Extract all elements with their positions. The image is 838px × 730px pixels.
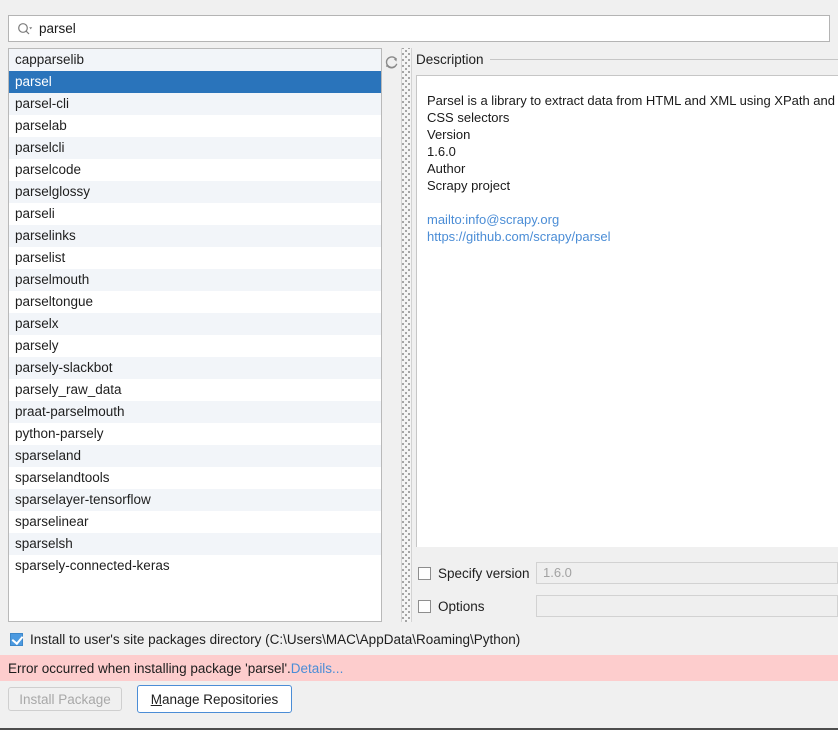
description-legend: Description <box>416 51 484 67</box>
description-legend-row: Description <box>416 50 838 68</box>
list-item[interactable]: parselist <box>9 247 381 269</box>
description-group: Description Parsel is a library to extra… <box>416 50 838 550</box>
list-item[interactable]: parselcli <box>9 137 381 159</box>
specify-version-checkbox[interactable] <box>418 566 431 580</box>
list-item[interactable]: parselab <box>9 115 381 137</box>
description-author-label: Author <box>427 161 466 176</box>
list-item[interactable]: capparselib <box>9 49 381 71</box>
search-bar[interactable] <box>8 15 830 42</box>
list-item[interactable]: sparselayer-tensorflow <box>9 489 381 511</box>
error-banner: Error occurred when installing package '… <box>0 655 838 681</box>
description-author-value: Scrapy project <box>427 178 511 193</box>
install-to-user-dir-checkbox[interactable] <box>10 633 23 646</box>
specify-version-input[interactable]: 1.6.0 <box>536 562 838 584</box>
description-version-value: 1.6.0 <box>427 144 456 159</box>
description-body: Parsel is a library to extract data from… <box>416 75 838 547</box>
list-item[interactable]: parsel <box>9 71 381 93</box>
description-links: mailto:info@scrapy.org https://github.co… <box>427 211 838 245</box>
error-details-link[interactable]: Details... <box>291 661 344 676</box>
list-item[interactable]: parsel-cli <box>9 93 381 115</box>
options-checkbox[interactable] <box>418 599 431 613</box>
description-summary: Parsel is a library to extract data from… <box>427 93 835 125</box>
manage-repositories-button[interactable]: Manage Repositories <box>137 685 292 713</box>
list-item[interactable]: parsely <box>9 335 381 357</box>
legend-divider <box>489 58 838 60</box>
options-row: Options <box>418 595 485 617</box>
specify-version-label: Specify version <box>438 565 530 581</box>
list-item[interactable]: sparselandtools <box>9 467 381 489</box>
list-item[interactable]: sparseland <box>9 445 381 467</box>
options-label: Options <box>438 598 485 614</box>
error-message: Error occurred when installing package '… <box>8 660 291 676</box>
manage-mnemonic: M <box>150 691 162 707</box>
list-item[interactable]: parsely-slackbot <box>9 357 381 379</box>
manage-label-rest: anage Repositories <box>161 691 279 707</box>
specify-version-row: Specify version <box>418 562 530 584</box>
list-item[interactable]: python-parsely <box>9 423 381 445</box>
list-item[interactable]: parselglossy <box>9 181 381 203</box>
install-package-button[interactable]: Install Package <box>8 687 122 711</box>
list-item[interactable]: parsely_raw_data <box>9 379 381 401</box>
refresh-icon[interactable] <box>381 52 401 72</box>
install-package-dialog: capparselibparselparsel-cliparselabparse… <box>0 0 838 730</box>
list-item[interactable]: parseltongue <box>9 291 381 313</box>
description-version-label: Version <box>427 127 471 142</box>
list-item[interactable]: parselx <box>9 313 381 335</box>
options-input[interactable] <box>536 595 838 617</box>
panel-splitter[interactable] <box>401 48 412 622</box>
list-item[interactable]: parselmouth <box>9 269 381 291</box>
install-to-user-dir-label: Install to user's site packages director… <box>30 632 521 647</box>
list-item[interactable]: sparsely-connected-keras <box>9 555 381 577</box>
search-icon[interactable] <box>9 16 37 41</box>
search-input[interactable] <box>37 16 829 41</box>
description-link-mailto[interactable]: mailto:info@scrapy.org <box>427 211 838 228</box>
list-item[interactable]: praat-parselmouth <box>9 401 381 423</box>
description-text: Parsel is a library to extract data from… <box>427 92 838 194</box>
install-to-user-dir-row: Install to user's site packages director… <box>10 632 520 647</box>
package-list-panel[interactable]: capparselib parsel parsel-cli parselab parse… <box>8 48 382 622</box>
description-link-homepage[interactable]: https://github.com/scrapy/parsel <box>427 228 838 245</box>
package-list[interactable]: capparselib parsel parsel-cli parselab parse… <box>9 49 381 577</box>
list-item[interactable]: parselinks <box>9 225 381 247</box>
refresh-strip <box>382 48 396 622</box>
list-item[interactable]: parselcode <box>9 159 381 181</box>
list-item[interactable]: parseli <box>9 203 381 225</box>
list-item[interactable]: sparselinear <box>9 511 381 533</box>
list-item[interactable]: sparselsh <box>9 533 381 555</box>
